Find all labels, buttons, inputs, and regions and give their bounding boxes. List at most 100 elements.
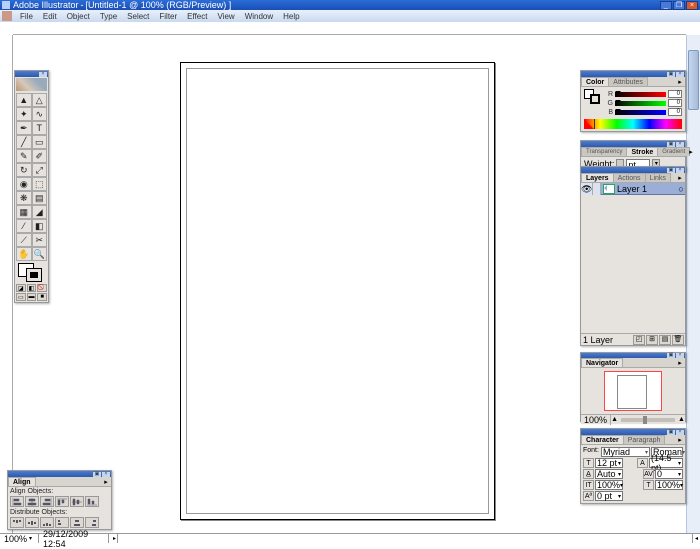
color-spectrum[interactable] [584, 119, 682, 129]
panel-menu[interactable]: ▸ [101, 478, 111, 486]
panel-collapse[interactable]: ▣ [667, 72, 675, 77]
tab-color[interactable]: Color [581, 77, 609, 86]
distribute-bottom[interactable] [40, 517, 54, 528]
tab-character[interactable]: Character [581, 435, 624, 444]
panel-menu[interactable]: ▸ [675, 174, 685, 182]
hscroll-left[interactable]: ◂ [693, 535, 700, 542]
scale-tool[interactable]: ⤢ [32, 163, 48, 177]
align-right[interactable] [40, 496, 54, 507]
red-slider[interactable] [615, 92, 666, 97]
blue-slider[interactable] [615, 110, 666, 115]
panel-collapse[interactable]: ▣ [93, 472, 101, 477]
tab-navigator[interactable]: Navigator [581, 358, 623, 367]
menu-file[interactable]: File [15, 12, 38, 21]
toolbox-close[interactable]: × [39, 72, 47, 77]
menu-type[interactable]: Type [95, 12, 122, 21]
zoom-slider[interactable] [621, 418, 675, 422]
screen-standard[interactable]: ▭ [16, 293, 26, 301]
hand-tool[interactable]: ✋ [16, 247, 32, 261]
vscale-input[interactable]: 100%▾ [595, 480, 623, 490]
pencil-tool[interactable]: ✐ [32, 149, 48, 163]
hscale-input[interactable]: 100%▾ [655, 480, 683, 490]
visibility-toggle[interactable]: 👁 [581, 183, 593, 195]
type-tool[interactable]: T [32, 121, 48, 135]
green-value[interactable]: 0 [668, 99, 682, 107]
distribute-vcenter[interactable] [25, 517, 39, 528]
panel-close[interactable]: × [676, 72, 684, 77]
status-menu[interactable]: ▸ [109, 534, 118, 543]
distribute-left[interactable] [55, 517, 69, 528]
screen-full-menu[interactable]: ▬ [27, 293, 37, 301]
align-bottom[interactable] [85, 496, 99, 507]
lock-toggle[interactable] [593, 183, 601, 195]
warp-tool[interactable]: ◉ [16, 177, 32, 191]
panel-menu[interactable]: ▸ [675, 359, 685, 367]
gradient-tool[interactable]: ◢ [32, 205, 48, 219]
menu-window[interactable]: Window [240, 12, 278, 21]
font-size-input[interactable]: 12 pt▾ [595, 458, 623, 468]
tab-gradient[interactable]: Gradient [657, 147, 690, 156]
menu-view[interactable]: View [212, 12, 239, 21]
delete-layer[interactable]: 🗑 [672, 335, 684, 345]
kerning-input[interactable]: Auto▾ [595, 469, 623, 479]
panel-close[interactable]: × [676, 430, 684, 435]
status-zoom[interactable]: 100%▾ [0, 534, 39, 543]
tab-attributes[interactable]: Attributes [608, 77, 648, 86]
artboard[interactable] [180, 62, 495, 520]
tab-layers[interactable]: Layers [581, 173, 614, 182]
fill-stroke-well[interactable] [16, 263, 47, 283]
navigator-zoom[interactable]: 100% [581, 415, 611, 425]
mesh-tool[interactable]: ▦ [16, 205, 32, 219]
zoom-in[interactable]: ▲ [678, 416, 685, 423]
symbol-sprayer-tool[interactable]: ❋ [16, 191, 32, 205]
menu-object[interactable]: Object [62, 12, 95, 21]
menu-select[interactable]: Select [122, 12, 154, 21]
make-clipping-mask[interactable]: ◰ [633, 335, 645, 345]
panel-collapse[interactable]: ▣ [667, 168, 675, 173]
baseline-input[interactable]: 0 pt▾ [595, 491, 623, 501]
layer-row[interactable]: 👁 Layer 1 ○ [581, 183, 685, 195]
direct-selection-tool[interactable]: △ [32, 93, 48, 107]
layer-name[interactable]: Layer 1 [617, 184, 677, 194]
minimize-button[interactable]: _ [660, 1, 672, 10]
create-sublayer[interactable]: ⊞ [646, 335, 658, 345]
align-top[interactable] [55, 496, 69, 507]
none-mode-btn[interactable]: ⃠ [37, 284, 47, 292]
distribute-hcenter[interactable] [70, 517, 84, 528]
tab-align[interactable]: Align [8, 477, 36, 486]
selection-tool[interactable]: ▲ [16, 93, 32, 107]
magic-wand-tool[interactable]: ✦ [16, 107, 32, 121]
ruler-horizontal[interactable] [13, 22, 686, 35]
panel-menu[interactable]: ▸ [675, 78, 685, 86]
rotate-tool[interactable]: ↻ [16, 163, 32, 177]
ruler-vertical[interactable] [0, 35, 13, 533]
slice-tool[interactable]: ⟋ [16, 233, 32, 247]
screen-full[interactable]: ■ [37, 293, 47, 301]
color-mode-btn[interactable]: ◪ [16, 284, 26, 292]
line-tool[interactable]: ╱ [16, 135, 32, 149]
lasso-tool[interactable]: ∿ [32, 107, 48, 121]
tab-stroke[interactable]: Stroke [626, 147, 658, 156]
distribute-right[interactable] [85, 517, 99, 528]
color-fill-stroke[interactable] [584, 89, 602, 105]
stroke-swatch[interactable] [26, 268, 42, 282]
tracking-input[interactable]: 0▾ [655, 469, 683, 479]
rectangle-tool[interactable]: ▭ [32, 135, 48, 149]
panel-menu[interactable]: ▸ [689, 148, 693, 156]
menu-edit[interactable]: Edit [38, 12, 62, 21]
panel-collapse[interactable]: ▣ [667, 430, 675, 435]
align-vcenter[interactable] [70, 496, 84, 507]
menu-help[interactable]: Help [278, 12, 304, 21]
navigator-view[interactable] [581, 368, 685, 414]
align-hcenter[interactable] [25, 496, 39, 507]
pen-tool[interactable]: ✒ [16, 121, 32, 135]
navigator-thumbnail[interactable] [604, 371, 662, 411]
gradient-mode-btn[interactable]: ◧ [27, 284, 37, 292]
zoom-tool[interactable]: 🔍 [32, 247, 48, 261]
panel-collapse[interactable]: ▣ [667, 142, 675, 147]
maximize-button[interactable]: ❐ [673, 1, 685, 10]
blue-value[interactable]: 0 [668, 108, 682, 116]
panel-menu[interactable]: ▸ [675, 436, 685, 444]
scrollbar-thumb[interactable] [688, 50, 699, 110]
menu-effect[interactable]: Effect [182, 12, 212, 21]
